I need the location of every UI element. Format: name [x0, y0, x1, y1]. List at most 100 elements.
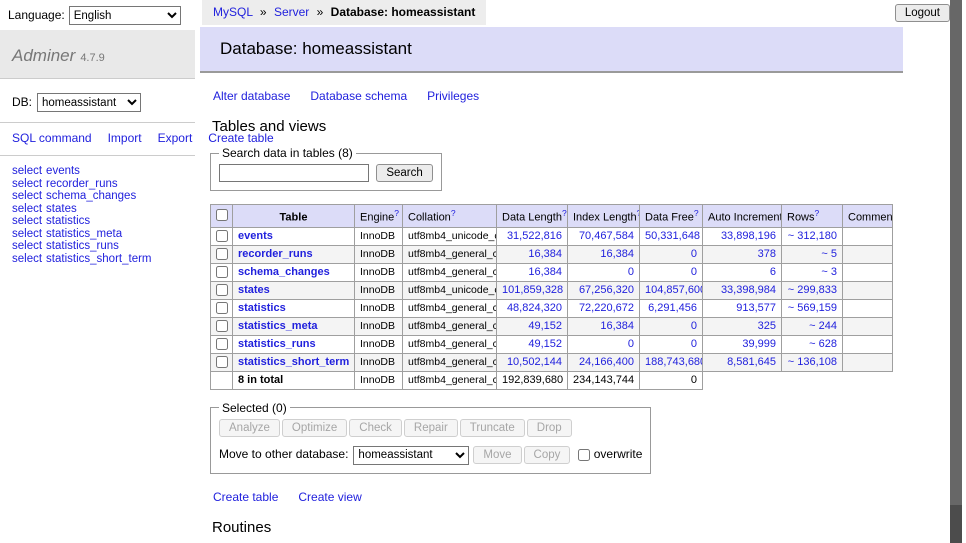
help-link[interactable]: ? [394, 208, 399, 218]
sidebar-table-link[interactable]: events [46, 165, 80, 177]
data-free-link[interactable]: 0 [691, 248, 697, 260]
sidebar-select-link[interactable]: select [12, 240, 42, 252]
move-database-select[interactable]: homeassistant [353, 446, 469, 465]
sidebar-table-link[interactable]: statistics [46, 215, 90, 227]
auto-increment-link[interactable]: 325 [758, 320, 776, 332]
action-link[interactable]: Create view [298, 490, 361, 504]
sidebar-action-link[interactable]: SQL command [12, 131, 92, 145]
auto-increment-link[interactable]: 6 [770, 266, 776, 278]
sidebar-select-link[interactable]: select [12, 253, 42, 265]
sidebar-select-link[interactable]: select [12, 203, 42, 215]
rows-link[interactable]: ~ 3 [821, 266, 837, 278]
selected-action-button[interactable]: Drop [527, 419, 572, 437]
sidebar-action-link[interactable]: Import [108, 131, 142, 145]
help-link[interactable]: ? [451, 208, 456, 218]
auto-increment-link[interactable]: 8,581,645 [727, 356, 776, 368]
auto-increment-link[interactable]: 39,999 [742, 338, 776, 350]
action-link[interactable]: Database schema [310, 89, 407, 103]
row-checkbox[interactable] [216, 338, 228, 350]
overwrite-checkbox[interactable] [578, 449, 590, 461]
data-length-link[interactable]: 48,824,320 [507, 302, 562, 314]
sidebar-select-link[interactable]: select [12, 215, 42, 227]
data-length-link[interactable]: 31,522,816 [507, 230, 562, 242]
auto-increment-link[interactable]: 378 [758, 248, 776, 260]
db-select[interactable]: homeassistant [37, 93, 141, 112]
rows-link[interactable]: ~ 312,180 [788, 230, 837, 242]
logout-button[interactable]: Logout [895, 4, 950, 22]
search-button[interactable]: Search [376, 164, 432, 182]
sidebar-table-link[interactable]: states [46, 203, 77, 215]
table-name-link[interactable]: statistics_meta [238, 320, 318, 332]
row-checkbox[interactable] [216, 248, 228, 260]
sidebar-table-link[interactable]: recorder_runs [46, 178, 118, 190]
row-checkbox[interactable] [216, 230, 228, 242]
action-link[interactable]: Create table [213, 490, 278, 504]
sidebar-select-link[interactable]: select [12, 190, 42, 202]
rows-link[interactable]: ~ 136,108 [788, 356, 837, 368]
rows-link[interactable]: ~ 299,833 [788, 284, 837, 296]
breadcrumb-server-link[interactable]: Server [274, 5, 309, 19]
table-name-link[interactable]: events [238, 230, 273, 242]
table-name-link[interactable]: statistics_runs [238, 338, 316, 350]
action-link[interactable]: Privileges [427, 89, 479, 103]
auto-increment-link[interactable]: 33,898,196 [721, 230, 776, 242]
sidebar-table-link[interactable]: statistics_runs [46, 240, 119, 252]
select-all-checkbox[interactable] [216, 209, 228, 221]
search-input[interactable] [219, 164, 369, 182]
index-length-link[interactable]: 67,256,320 [579, 284, 634, 296]
data-free-link[interactable]: 188,743,680 [645, 356, 703, 368]
breadcrumb-server-type-link[interactable]: MySQL [213, 5, 253, 19]
table-name-link[interactable]: recorder_runs [238, 248, 313, 260]
table-name-link[interactable]: states [238, 284, 270, 296]
table-name-link[interactable]: schema_changes [238, 266, 330, 278]
index-length-link[interactable]: 0 [628, 266, 634, 278]
index-length-link[interactable]: 70,467,584 [579, 230, 634, 242]
action-link[interactable]: Alter database [213, 89, 290, 103]
sidebar-action-link[interactable]: Export [158, 131, 193, 145]
auto-increment-link[interactable]: 913,577 [736, 302, 776, 314]
table-name-link[interactable]: statistics [238, 302, 286, 314]
sidebar-select-link[interactable]: select [12, 165, 42, 177]
data-free-link[interactable]: 0 [691, 338, 697, 350]
rows-link[interactable]: ~ 628 [809, 338, 837, 350]
rows-link[interactable]: ~ 569,159 [788, 302, 837, 314]
help-link[interactable]: ? [562, 208, 567, 218]
index-length-link[interactable]: 0 [628, 338, 634, 350]
index-length-link[interactable]: 16,384 [600, 248, 634, 260]
data-length-link[interactable]: 101,859,328 [502, 284, 563, 296]
sidebar-select-link[interactable]: select [12, 178, 42, 190]
adminer-brand[interactable]: Adminer [12, 46, 75, 65]
sidebar-table-link[interactable]: schema_changes [46, 190, 136, 202]
rows-link[interactable]: ~ 5 [821, 248, 837, 260]
row-checkbox[interactable] [216, 302, 228, 314]
table-name-link[interactable]: statistics_short_term [238, 356, 349, 368]
data-free-link[interactable]: 50,331,648 [645, 230, 700, 242]
index-length-link[interactable]: 24,166,400 [579, 356, 634, 368]
help-link[interactable]: ? [815, 208, 820, 218]
selected-action-button[interactable]: Truncate [460, 419, 525, 437]
auto-increment-link[interactable]: 33,398,984 [721, 284, 776, 296]
selected-action-button[interactable]: Check [349, 419, 402, 437]
data-length-link[interactable]: 10,502,144 [507, 356, 562, 368]
row-checkbox[interactable] [216, 320, 228, 332]
data-free-link[interactable]: 0 [691, 266, 697, 278]
sidebar-select-link[interactable]: select [12, 228, 42, 240]
row-checkbox[interactable] [216, 284, 228, 296]
selected-action-button[interactable]: Analyze [219, 419, 280, 437]
data-free-link[interactable]: 6,291,456 [648, 302, 697, 314]
selected-action-button[interactable]: Optimize [282, 419, 347, 437]
move-button[interactable]: Move [473, 446, 521, 464]
data-length-link[interactable]: 49,152 [528, 338, 562, 350]
data-length-link[interactable]: 16,384 [528, 248, 562, 260]
copy-button[interactable]: Copy [524, 446, 571, 464]
scrollbar-track[interactable] [950, 0, 962, 543]
row-checkbox[interactable] [216, 356, 228, 368]
data-free-link[interactable]: 104,857,600 [645, 284, 703, 296]
sidebar-table-link[interactable]: statistics_short_term [46, 253, 151, 265]
index-length-link[interactable]: 72,220,672 [579, 302, 634, 314]
scrollbar-thumb[interactable] [950, 0, 962, 505]
selected-action-button[interactable]: Repair [404, 419, 458, 437]
data-length-link[interactable]: 16,384 [528, 266, 562, 278]
rows-link[interactable]: ~ 244 [809, 320, 837, 332]
row-checkbox[interactable] [216, 266, 228, 278]
